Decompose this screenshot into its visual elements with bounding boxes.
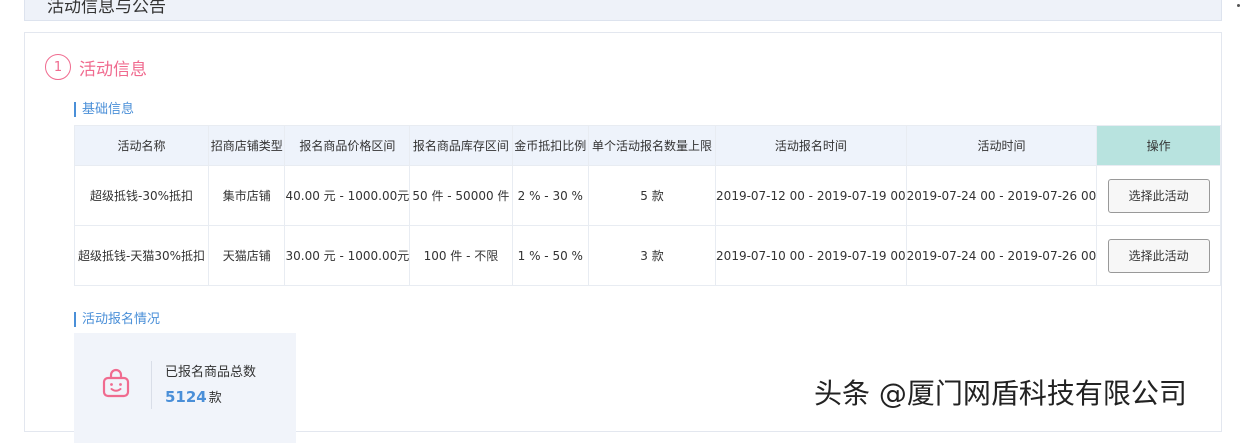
section-header: 活动信息与公告 bbox=[24, 0, 1222, 21]
stat-label: 已报名商品总数 bbox=[165, 365, 257, 380]
cell-signup-time: 2019-07-12 00 - 2019-07-19 00 bbox=[715, 165, 907, 226]
cell-signup-limit: 3 款 bbox=[588, 225, 717, 286]
table-row: 超级抵钱-天猫30%抵扣 天猫店铺 30.00 元 - 1000.00元 100… bbox=[73, 225, 1221, 286]
select-activity-button[interactable]: 选择此活动 bbox=[1107, 178, 1210, 213]
stat-value: 5124 款 bbox=[165, 387, 222, 406]
column-header: 活动名称 bbox=[73, 125, 210, 166]
column-header: 活动时间 bbox=[905, 125, 1098, 166]
stat-unit: 款 bbox=[208, 391, 222, 406]
cell-stock-range: 100 件 - 不限 bbox=[409, 225, 513, 286]
column-header: 报名商品价格区间 bbox=[284, 125, 411, 166]
watermark-text: 头条 @厦门网盾科技有限公司 bbox=[814, 377, 1187, 410]
select-activity-button[interactable]: 选择此活动 bbox=[1107, 238, 1210, 273]
stat-number: 5124 bbox=[165, 388, 207, 406]
basic-info-heading: 基础信息 bbox=[74, 102, 134, 117]
cell-signup-limit: 5 款 bbox=[588, 165, 717, 226]
more-dot-icon bbox=[1237, 4, 1240, 7]
cell-activity-time: 2019-07-24 00 - 2019-07-26 00 bbox=[905, 225, 1098, 286]
cell-action: 选择此活动 bbox=[1096, 165, 1221, 226]
cell-activity-time: 2019-07-24 00 - 2019-07-26 00 bbox=[905, 165, 1098, 226]
table-header-row: 活动名称 招商店铺类型 报名商品价格区间 报名商品库存区间 金币抵扣比例 单个活… bbox=[73, 125, 1221, 166]
column-header: 单个活动报名数量上限 bbox=[588, 125, 717, 166]
cell-coin-ratio: 2 % - 30 % bbox=[511, 165, 590, 226]
shopping-bag-icon bbox=[102, 368, 130, 398]
step-heading: 1 活动信息 bbox=[45, 54, 147, 80]
column-header-action: 操作 bbox=[1096, 125, 1221, 166]
activity-table: 活动名称 招商店铺类型 报名商品价格区间 报名商品库存区间 金币抵扣比例 单个活… bbox=[73, 125, 1221, 286]
cell-coin-ratio: 1 % - 50 % bbox=[511, 225, 590, 286]
column-header: 招商店铺类型 bbox=[208, 125, 286, 166]
cell-price-range: 40.00 元 - 1000.00元 bbox=[284, 165, 411, 226]
column-header: 金币抵扣比例 bbox=[511, 125, 590, 166]
column-header: 活动报名时间 bbox=[715, 125, 907, 166]
column-header: 报名商品库存区间 bbox=[409, 125, 513, 166]
cell-stock-range: 50 件 - 50000 件 bbox=[409, 165, 513, 226]
table-row: 超级抵钱-30%抵扣 集市店铺 40.00 元 - 1000.00元 50 件 … bbox=[73, 165, 1221, 226]
step-number-badge: 1 bbox=[45, 54, 71, 80]
step-title: 活动信息 bbox=[79, 59, 147, 80]
cell-activity-name: 超级抵钱-天猫30%抵扣 bbox=[73, 225, 210, 286]
cell-store-type: 天猫店铺 bbox=[208, 225, 286, 286]
cell-action: 选择此活动 bbox=[1096, 225, 1221, 286]
cell-activity-name: 超级抵钱-30%抵扣 bbox=[73, 165, 210, 226]
cell-price-range: 30.00 元 - 1000.00元 bbox=[284, 225, 411, 286]
signup-stat-card: 已报名商品总数 5124 款 bbox=[74, 333, 296, 443]
signup-status-heading: 活动报名情况 bbox=[74, 312, 160, 327]
stat-divider bbox=[151, 361, 152, 409]
section-header-title: 活动信息与公告 bbox=[47, 0, 166, 17]
cell-store-type: 集市店铺 bbox=[208, 165, 286, 226]
cell-signup-time: 2019-07-10 00 - 2019-07-19 00 bbox=[715, 225, 907, 286]
